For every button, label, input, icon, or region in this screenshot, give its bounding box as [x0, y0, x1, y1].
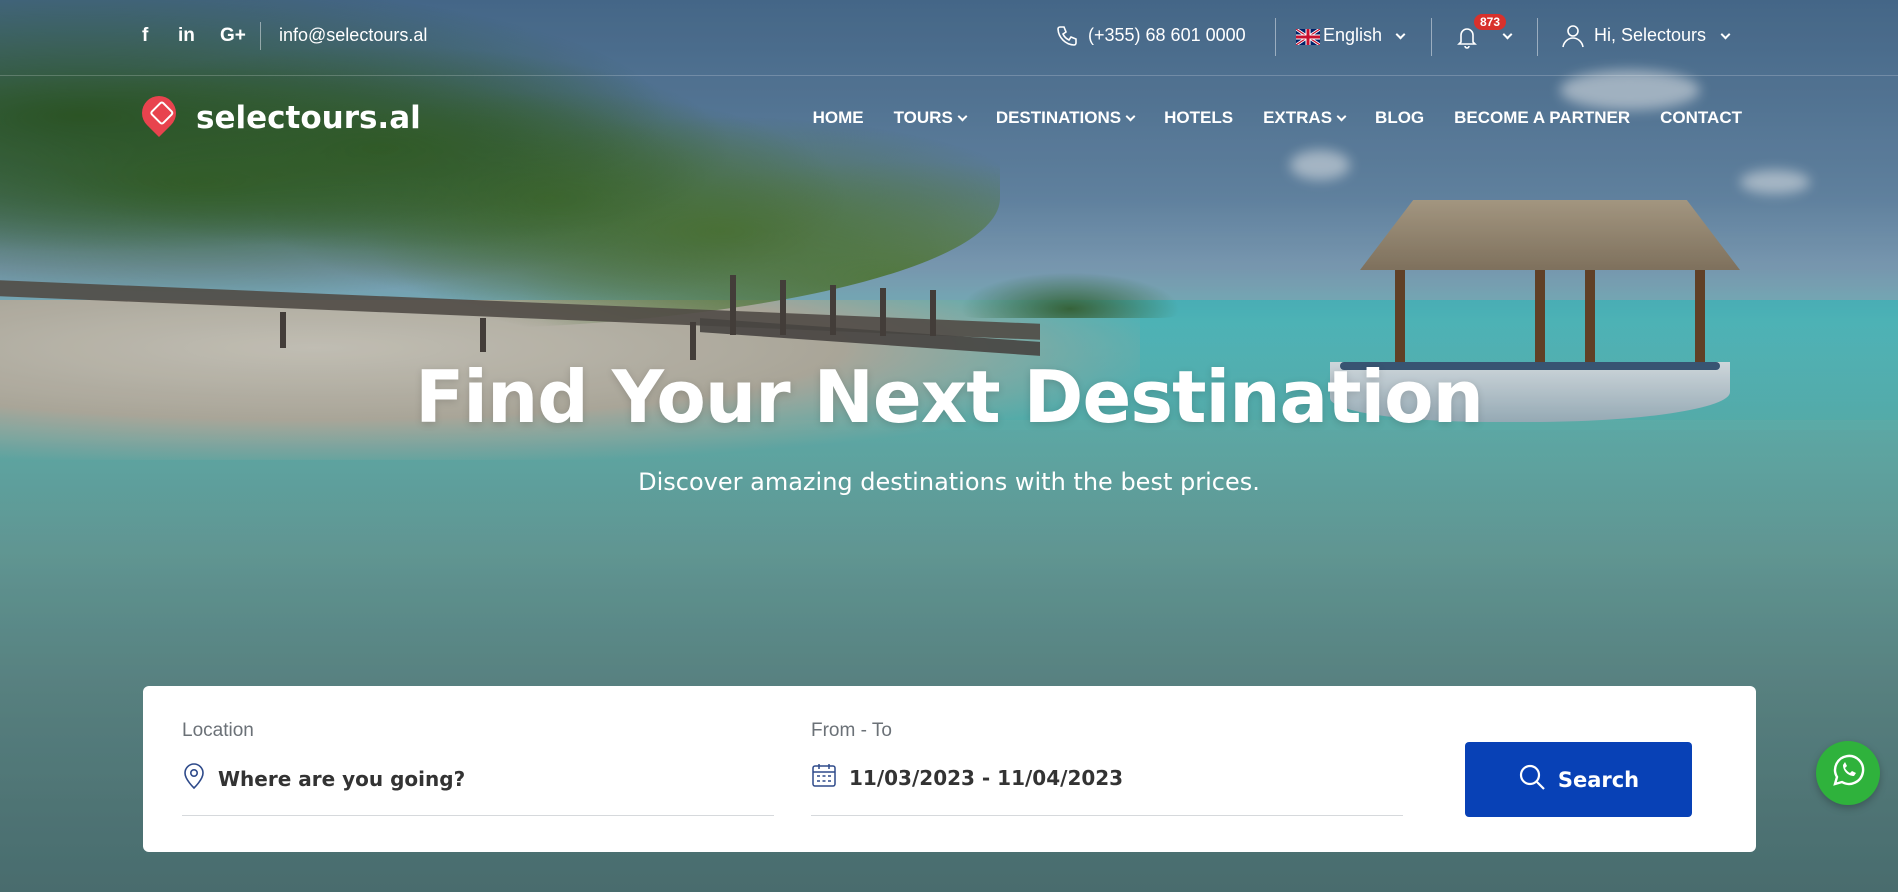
chevron-down-icon: [1336, 111, 1347, 121]
linkedin-icon[interactable]: in: [178, 25, 195, 47]
location-pin-icon: [182, 762, 206, 795]
main-nav: HOME TOURS DESTINATIONS HOTELS EXTRAS BL…: [813, 108, 1742, 128]
dates-underline: [811, 815, 1403, 816]
phone-number[interactable]: (+355) 68 601 0000: [1088, 25, 1246, 46]
nav-tours[interactable]: TOURS: [894, 108, 968, 128]
date-range-input[interactable]: 11/03/2023 - 11/04/2023: [849, 766, 1123, 790]
whatsapp-icon: [1829, 752, 1867, 794]
nav-destinations[interactable]: DESTINATIONS: [996, 108, 1136, 128]
divider: [260, 22, 261, 50]
nav-home[interactable]: HOME: [813, 108, 864, 128]
nav-become-partner[interactable]: BECOME A PARTNER: [1454, 108, 1630, 128]
location-field[interactable]: Where are you going?: [182, 762, 465, 795]
chevron-down-icon: [957, 111, 968, 121]
google-plus-icon[interactable]: G+: [220, 25, 246, 47]
chevron-down-icon: [1502, 29, 1513, 40]
bell-icon[interactable]: [1455, 24, 1479, 54]
email-link[interactable]: info@selectours.al: [279, 25, 427, 46]
notification-badge: 873: [1474, 14, 1507, 30]
hero-title: Find Your Next Destination: [415, 355, 1484, 439]
search-icon: [1518, 763, 1546, 796]
user-menu[interactable]: Hi, Selectours: [1594, 25, 1706, 46]
chevron-down-icon: [1125, 111, 1136, 121]
top-bar: f in G+ info@selectours.al (+355) 68 601…: [0, 0, 1898, 75]
user-icon: [1560, 23, 1586, 53]
facebook-icon[interactable]: f: [142, 25, 148, 47]
nav-hotels[interactable]: HOTELS: [1164, 108, 1233, 128]
nav-contact[interactable]: CONTACT: [1660, 108, 1742, 128]
phone-icon: [1055, 24, 1079, 52]
search-button-label: Search: [1557, 767, 1640, 792]
nav-blog[interactable]: BLOG: [1375, 108, 1424, 128]
hero-subtitle: Discover amazing destinations with the b…: [638, 468, 1260, 496]
chevron-down-icon: [1395, 29, 1406, 40]
search-card: Location Where are you going? From - To …: [143, 686, 1756, 852]
nav-extras[interactable]: EXTRAS: [1263, 108, 1347, 128]
search-button[interactable]: Search: [1465, 742, 1692, 817]
whatsapp-button[interactable]: [1816, 741, 1880, 805]
chevron-down-icon: [1720, 29, 1731, 40]
uk-flag-icon: [1295, 27, 1321, 47]
site-logo[interactable]: selectours.al: [196, 100, 421, 136]
calendar-icon: [811, 762, 837, 793]
location-label: Location: [182, 720, 254, 741]
location-underline: [182, 815, 774, 816]
location-input[interactable]: Where are you going?: [218, 767, 465, 791]
language-selector[interactable]: English: [1323, 25, 1382, 46]
dates-label: From - To: [811, 720, 892, 741]
date-range-field[interactable]: 11/03/2023 - 11/04/2023: [811, 762, 1123, 793]
